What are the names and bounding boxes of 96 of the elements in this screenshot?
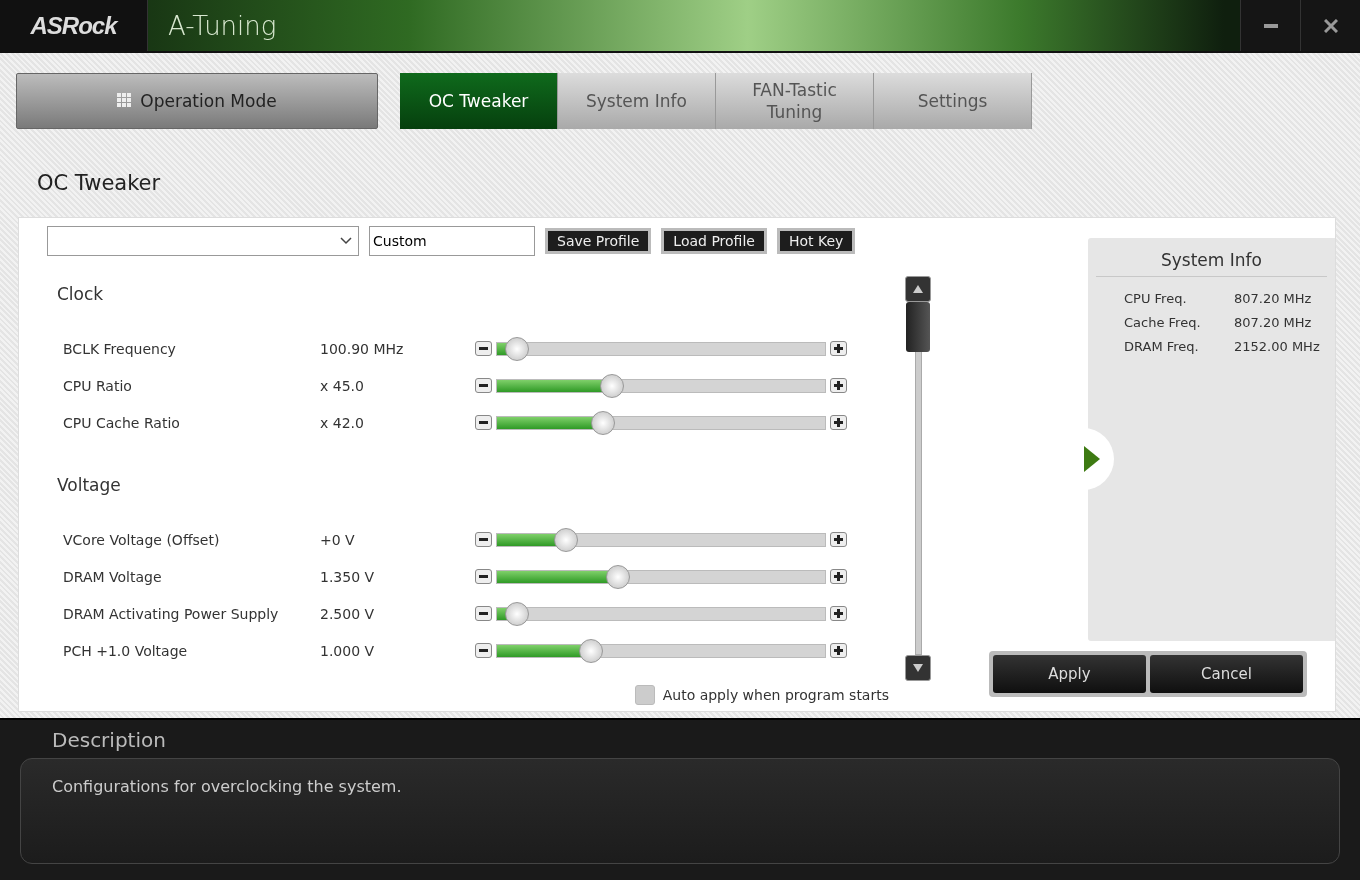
slider-thumb[interactable] [600, 373, 625, 398]
plus-button[interactable] [830, 643, 847, 658]
plus-button[interactable] [830, 532, 847, 547]
minus-icon [479, 649, 488, 652]
section-title: Clock [57, 284, 105, 304]
tab[interactable]: FAN-Tastic Tuning [716, 72, 874, 129]
slider-thumb[interactable] [606, 564, 631, 589]
setting-label: DRAM Voltage [62, 568, 163, 585]
slider[interactable] [496, 373, 826, 398]
triangle-up-icon [913, 285, 923, 293]
setting-label: VCore Voltage (Offset) [62, 531, 221, 548]
slider[interactable] [496, 410, 826, 435]
action-button[interactable]: Apply [993, 655, 1146, 693]
minus-button[interactable] [475, 643, 492, 658]
profile-button[interactable]: Load Profile [661, 228, 767, 254]
setting-value: 1.000 V [320, 642, 376, 659]
slider[interactable] [496, 564, 826, 589]
setting-value: 2.500 V [320, 605, 376, 622]
profile-button[interactable]: Hot Key [776, 228, 856, 254]
info-value: 807.20 MHz [1234, 315, 1312, 330]
description-text: Configurations for overclocking the system. [52, 777, 402, 796]
setting-value: x 42.0 [320, 414, 365, 431]
info-label: DRAM Freq. [1124, 339, 1200, 354]
profile-button[interactable]: Save Profile [545, 228, 652, 254]
minus-button[interactable] [475, 606, 492, 621]
tab[interactable]: OC Tweaker [400, 72, 558, 129]
plus-icon [834, 344, 843, 353]
plus-button[interactable] [830, 378, 847, 393]
minus-button[interactable] [475, 415, 492, 430]
plus-icon [834, 381, 843, 390]
setting-label: CPU Cache Ratio [62, 414, 181, 431]
scroll-up-button[interactable] [905, 276, 931, 302]
close-icon [1323, 18, 1338, 33]
window-title: A-Tuning [168, 10, 278, 41]
section-title: Voltage [57, 475, 122, 495]
slider[interactable] [496, 601, 826, 626]
slider[interactable] [496, 527, 826, 552]
setting-label: CPU Ratio [62, 377, 133, 394]
logo: ASRock [30, 11, 117, 40]
setting-value: +0 V [320, 531, 356, 548]
info-label: CPU Freq. [1124, 291, 1188, 306]
plus-button[interactable] [830, 415, 847, 430]
plus-icon [834, 418, 843, 427]
minus-button[interactable] [475, 341, 492, 356]
minus-button[interactable] [475, 569, 492, 584]
play-icon [1084, 446, 1100, 472]
setting-label: BCLK Frequency [62, 340, 177, 357]
setting-value: 1.350 V [320, 568, 376, 585]
setting-value: x 45.0 [320, 377, 365, 394]
tab[interactable]: Settings [874, 72, 1032, 129]
minus-icon [479, 421, 488, 424]
scroll-down-button[interactable] [905, 655, 931, 681]
info-value: 807.20 MHz [1234, 291, 1312, 306]
plus-button[interactable] [830, 569, 847, 584]
scrollbar[interactable] [905, 302, 931, 655]
info-value: 2152.00 MHz [1234, 339, 1320, 354]
slider-thumb[interactable] [590, 410, 615, 435]
slider[interactable] [496, 336, 826, 361]
checkbox[interactable] [634, 685, 655, 705]
slider-thumb[interactable] [578, 638, 603, 663]
slider-thumb[interactable] [505, 336, 530, 361]
tab[interactable]: System Info [558, 72, 716, 129]
scrollbar-thumb[interactable] [906, 302, 930, 352]
close-button[interactable] [1300, 0, 1360, 51]
minus-icon [479, 384, 488, 387]
plus-button[interactable] [830, 606, 847, 621]
minus-icon [479, 538, 488, 541]
plus-icon [834, 535, 843, 544]
profile-name-field[interactable]: Custom [369, 226, 535, 256]
info-label: Cache Freq. [1124, 315, 1202, 330]
panel-title: System Info [1096, 246, 1327, 277]
setting-label: PCH +1.0 Voltage [62, 642, 189, 659]
page-title: OC Tweaker [36, 169, 162, 197]
plus-icon [834, 609, 843, 618]
chevron-down-icon [340, 237, 352, 245]
plus-button[interactable] [830, 341, 847, 356]
slider[interactable] [496, 638, 826, 663]
minus-icon [479, 575, 488, 578]
operation-mode-button[interactable]: Operation Mode [16, 72, 378, 129]
minus-button[interactable] [475, 532, 492, 547]
checkbox-label: Auto apply when program starts [662, 687, 889, 703]
minimize-icon [1263, 23, 1278, 28]
setting-label: DRAM Activating Power Supply [62, 605, 280, 622]
minus-button[interactable] [475, 378, 492, 393]
grid-icon [117, 93, 133, 108]
description-title: Description [51, 727, 167, 754]
triangle-down-icon [913, 664, 923, 672]
minus-icon [479, 347, 488, 350]
profile-dropdown[interactable] [47, 226, 359, 256]
plus-icon [834, 572, 843, 581]
minus-icon [479, 612, 488, 615]
setting-value: 100.90 MHz [320, 340, 405, 357]
action-button[interactable]: Cancel [1150, 655, 1303, 693]
slider-thumb[interactable] [554, 527, 579, 552]
slider-thumb[interactable] [505, 601, 530, 626]
plus-icon [834, 646, 843, 655]
